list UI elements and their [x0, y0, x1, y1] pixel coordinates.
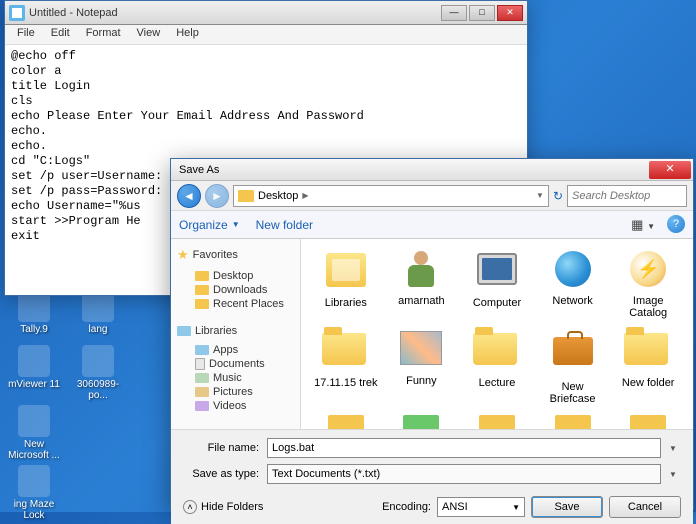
forward-button[interactable]: ►	[205, 184, 229, 208]
filename-input[interactable]	[267, 438, 661, 458]
desktop-icon[interactable]: ing Maze Lock	[6, 465, 62, 521]
newfolder-button[interactable]: New folder	[256, 218, 313, 232]
notepad-app-icon	[9, 5, 25, 21]
file-item-user[interactable]: amarnath	[385, 247, 459, 321]
sidebar-item-desktop[interactable]: Desktop	[173, 269, 298, 283]
sidebar-item-recentplaces[interactable]: Recent Places	[173, 297, 298, 311]
file-item-catalog[interactable]: Image Catalog	[611, 247, 685, 321]
desktop-icon[interactable]: 3060989-po...	[70, 345, 126, 401]
desktop-icon[interactable]: lang	[70, 290, 126, 335]
desktop-icon[interactable]: New Microsoft ...	[6, 405, 62, 461]
saveas-bottom-panel: File name: ▼ Save as type: Text Document…	[171, 429, 693, 524]
file-item-folder[interactable]: 17.11.15 trek	[309, 325, 383, 407]
chevron-down-icon[interactable]: ▼	[669, 470, 681, 479]
libraries-icon	[177, 326, 191, 336]
search-input[interactable]	[567, 185, 687, 207]
menu-format[interactable]: Format	[78, 25, 129, 44]
file-item-computer[interactable]: Computer	[460, 247, 534, 321]
menu-view[interactable]: View	[129, 25, 169, 44]
organize-button[interactable]: Organize▼	[179, 218, 240, 232]
file-item-network[interactable]: Network	[536, 247, 610, 321]
minimize-button[interactable]: —	[441, 5, 467, 21]
file-item-partial[interactable]	[460, 411, 534, 429]
saveas-titlebar[interactable]: Save As ✕	[171, 159, 693, 181]
file-item-briefcase[interactable]: New Briefcase	[536, 325, 610, 407]
saveas-title: Save As	[171, 164, 649, 176]
desktop-icon[interactable]: mViewer 11	[6, 345, 62, 390]
filename-label: File name:	[183, 442, 259, 454]
file-item-folder[interactable]: Funny	[385, 325, 459, 407]
encoding-select[interactable]: ANSI▼	[437, 497, 525, 517]
sidebar-favorites-header[interactable]: ★Favorites	[177, 247, 298, 263]
close-button[interactable]: ✕	[497, 5, 523, 21]
breadcrumb-text: Desktop	[258, 190, 298, 202]
sidebar-item-apps[interactable]: Apps	[173, 343, 298, 357]
chevron-right-icon[interactable]: ▶	[302, 191, 308, 200]
file-item-partial[interactable]	[309, 411, 383, 429]
savetype-select[interactable]: Text Documents (*.txt)	[267, 464, 661, 484]
sidebar-libraries-header[interactable]: Libraries	[177, 325, 298, 337]
star-icon: ★	[177, 247, 189, 263]
file-item-partial[interactable]	[385, 411, 459, 429]
encoding-label: Encoding:	[382, 501, 431, 513]
maximize-button[interactable]: □	[469, 5, 495, 21]
help-icon[interactable]: ?	[667, 215, 685, 233]
sidebar-item-downloads[interactable]: Downloads	[173, 283, 298, 297]
menu-file[interactable]: File	[9, 25, 43, 44]
sidebar-item-documents[interactable]: Documents	[173, 357, 298, 371]
save-button[interactable]: Save	[531, 496, 603, 518]
close-icon[interactable]: ✕	[649, 161, 691, 179]
file-item-folder[interactable]: New folder	[611, 325, 685, 407]
chevron-down-icon[interactable]: ▼	[669, 444, 681, 453]
saveas-dialog: Save As ✕ ◄ ► Desktop ▶ ▼ ↻ Organize▼ Ne…	[170, 158, 694, 510]
saveas-toolbar: Organize▼ New folder ▦ ▼ ?	[171, 211, 693, 239]
sidebar-item-pictures[interactable]: Pictures	[173, 385, 298, 399]
menu-edit[interactable]: Edit	[43, 25, 78, 44]
saveas-navbar: ◄ ► Desktop ▶ ▼ ↻	[171, 181, 693, 211]
cancel-button[interactable]: Cancel	[609, 496, 681, 518]
savetype-label: Save as type:	[183, 468, 259, 480]
notepad-menubar: File Edit Format View Help	[5, 25, 527, 45]
view-options-button[interactable]: ▦ ▼	[627, 215, 659, 235]
back-button[interactable]: ◄	[177, 184, 201, 208]
folder-icon	[238, 190, 254, 202]
notepad-title: Untitled - Notepad	[25, 7, 439, 19]
sidebar: ★Favorites Desktop Downloads Recent Plac…	[171, 239, 301, 429]
file-grid: Libraries amarnath Computer Network Imag…	[301, 239, 693, 429]
desktop-icon[interactable]: Tally.9	[6, 290, 62, 335]
file-item-folder[interactable]: Lecture	[460, 325, 534, 407]
file-item-libraries[interactable]: Libraries	[309, 247, 383, 321]
file-item-partial[interactable]	[611, 411, 685, 429]
notepad-titlebar[interactable]: Untitled - Notepad — □ ✕	[5, 1, 527, 25]
sidebar-item-videos[interactable]: Videos	[173, 399, 298, 413]
menu-help[interactable]: Help	[168, 25, 207, 44]
sidebar-item-music[interactable]: Music	[173, 371, 298, 385]
breadcrumb[interactable]: Desktop ▶ ▼	[233, 185, 549, 207]
file-item-partial[interactable]	[536, 411, 610, 429]
chevron-down-icon[interactable]: ▼	[536, 191, 544, 200]
